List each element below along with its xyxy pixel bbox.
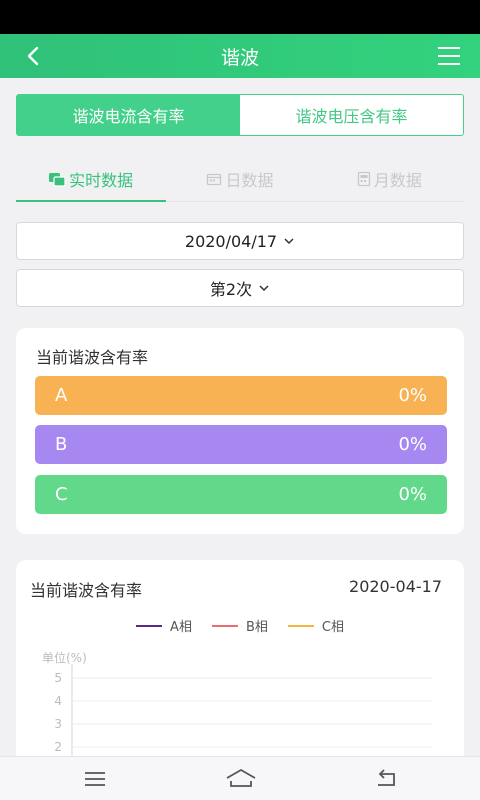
tab-month-label: 月数据 — [373, 170, 422, 190]
status-bar — [0, 0, 480, 34]
count-selector[interactable]: 第2次 — [16, 269, 464, 307]
legend-swatch-a — [136, 624, 163, 627]
tab-day-data[interactable]: 日数据 — [165, 156, 314, 201]
menu-button[interactable] — [436, 45, 462, 67]
phase-a-value: 0% — [398, 385, 427, 406]
y-tick-label: 2 — [54, 740, 62, 754]
legend-swatch-c — [287, 624, 314, 627]
phase-c-bar: C 0% — [35, 475, 447, 514]
legend-item-b[interactable]: B相 — [211, 616, 268, 635]
calendar-day-icon — [207, 173, 222, 185]
y-tick-label: 4 — [54, 694, 62, 708]
legend-item-a[interactable]: A相 — [136, 616, 192, 635]
back-icon — [378, 769, 395, 786]
date-selector-value: 2020/04/17 — [184, 231, 278, 251]
nav-back-button[interactable] — [372, 767, 402, 791]
nav-menu-button[interactable] — [80, 767, 110, 791]
legend-item-c[interactable]: C相 — [287, 616, 344, 635]
nav-home-button[interactable] — [224, 767, 256, 791]
card-title: 当前谐波含有率 — [36, 348, 149, 367]
tab-realtime-label: 实时数据 — [69, 170, 134, 190]
chevron-down-icon — [284, 238, 294, 245]
chart-date: 2020-04-17 — [349, 577, 442, 596]
tab-day-label: 日数据 — [225, 170, 274, 190]
y-axis-unit-label: 单位(%) — [42, 650, 87, 665]
phase-b-label: B — [55, 434, 68, 455]
count-selector-value: 第2次 — [209, 280, 253, 299]
chart-title: 当前谐波含有率 — [30, 581, 143, 600]
tab-realtime-data[interactable]: 实时数据 — [16, 156, 167, 202]
chevron-down-icon — [259, 285, 269, 292]
y-tick-label: 5 — [54, 671, 62, 685]
phase-c-value: 0% — [398, 484, 427, 505]
app-header: 谐波 — [0, 34, 480, 78]
phase-b-bar: B 0% — [35, 425, 447, 464]
phase-b-value: 0% — [398, 434, 427, 455]
page-title: 谐波 — [220, 47, 259, 69]
system-nav-bar — [0, 756, 480, 800]
tab-month-data[interactable]: 月数据 — [315, 156, 464, 201]
harmonic-type-switch: 谐波电流含有率 谐波电压含有率 — [16, 94, 464, 136]
tab-harmonic-voltage[interactable]: 谐波电压含有率 — [240, 95, 463, 135]
recent-apps-icon — [85, 772, 105, 786]
phase-c-label: C — [55, 484, 68, 505]
legend-label-b: B相 — [245, 620, 268, 635]
menu-icon — [438, 47, 460, 65]
phase-a-label: A — [55, 385, 68, 406]
calendar-month-icon — [357, 171, 370, 186]
home-icon — [226, 768, 256, 787]
legend-label-c: C相 — [321, 620, 344, 635]
legend-swatch-b — [211, 624, 238, 627]
tab-harmonic-current[interactable]: 谐波电流含有率 — [17, 95, 240, 135]
realtime-data-icon — [49, 172, 66, 187]
phase-a-bar: A 0% — [35, 376, 447, 415]
y-tick-label: 3 — [54, 717, 62, 731]
date-selector[interactable]: 2020/04/17 — [16, 222, 464, 260]
current-harmonic-card: 当前谐波含有率 A 0% B 0% C 0% — [16, 328, 464, 534]
chart-legend: A相 B相 C相 — [16, 616, 464, 635]
harmonic-line-chart: 单位(%) 5 4 3 2 — [42, 650, 432, 766]
legend-label-a: A相 — [170, 620, 192, 635]
data-period-tabs: 实时数据 日数据 月数据 — [16, 156, 464, 202]
